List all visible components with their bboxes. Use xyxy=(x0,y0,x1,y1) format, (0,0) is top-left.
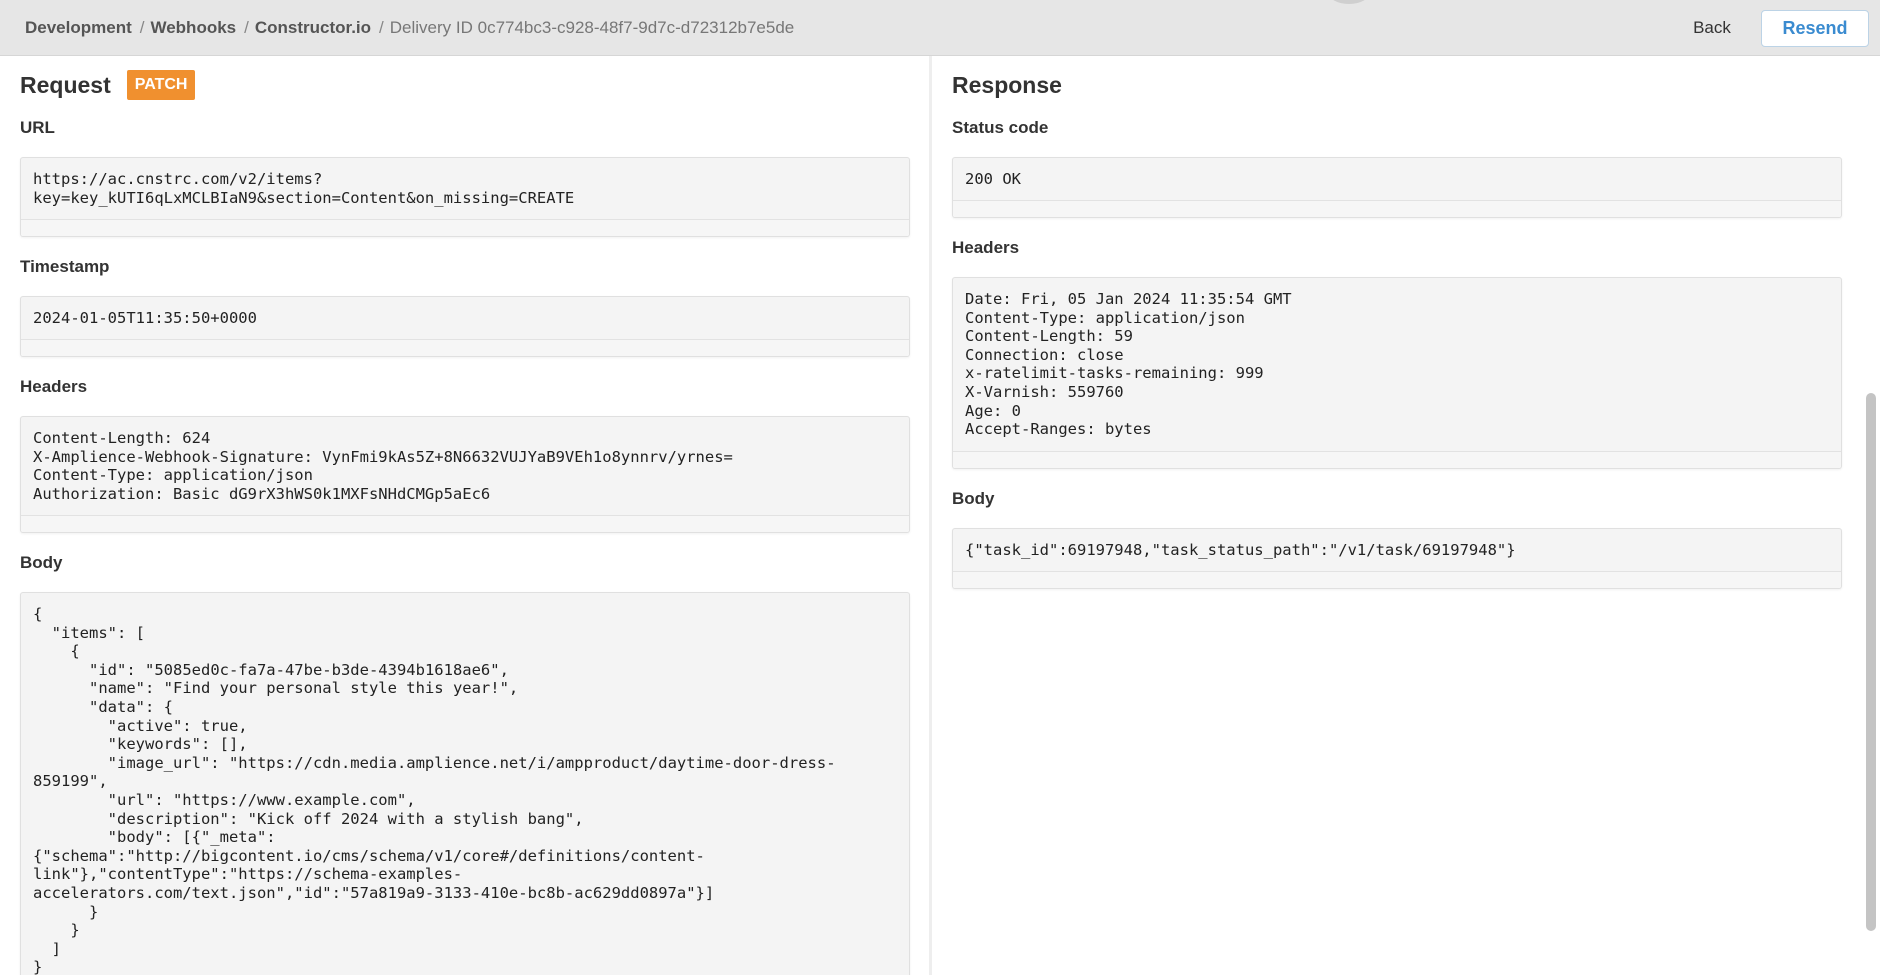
response-body-label: Body xyxy=(952,489,995,508)
request-timestamp-value: 2024-01-05T11:35:50+0000 xyxy=(33,309,257,327)
breadcrumb-separator: / xyxy=(139,18,145,37)
response-headers-label: Headers xyxy=(952,238,1020,257)
request-url-value: https://ac.cnstrc.com/v2/items? key=key_… xyxy=(33,170,575,207)
breadcrumb-webhooks[interactable]: Webhooks xyxy=(150,18,236,38)
codebox-footer xyxy=(21,515,909,532)
breadcrumb-development[interactable]: Development xyxy=(25,18,132,38)
response-status-label: Status code xyxy=(952,118,1049,137)
breadcrumb: Development / Webhooks / Constructor.io … xyxy=(25,0,794,56)
response-body-value: {"task_id":69197948,"task_status_path":"… xyxy=(965,541,1516,559)
response-title: Response xyxy=(952,71,1062,98)
response-title-row: Response xyxy=(952,68,1062,102)
response-headers-box: Date: Fri, 05 Jan 2024 11:35:54 GMT Cont… xyxy=(952,277,1842,469)
breadcrumb-constructor-io[interactable]: Constructor.io xyxy=(255,18,371,38)
panel-divider xyxy=(929,56,932,975)
request-headers-value: Content-Length: 624 X-Amplience-Webhook-… xyxy=(33,429,733,503)
request-timestamp-box: 2024-01-05T11:35:50+0000 xyxy=(20,296,910,357)
page-scrollbar-thumb[interactable] xyxy=(1866,393,1876,931)
request-body-value: { "items": [ { "id": "5085ed0c-fa7a-47be… xyxy=(33,605,836,975)
response-status-box: 200 OK xyxy=(952,157,1842,218)
resend-button[interactable]: Resend xyxy=(1761,10,1869,47)
codebox-footer xyxy=(953,200,1841,217)
request-body-box: { "items": [ { "id": "5085ed0c-fa7a-47be… xyxy=(20,592,910,975)
codebox-footer xyxy=(953,451,1841,468)
response-headers-value: Date: Fri, 05 Jan 2024 11:35:54 GMT Cont… xyxy=(965,290,1292,439)
codebox-footer xyxy=(21,219,909,236)
response-status-value: 200 OK xyxy=(965,170,1021,188)
request-title-row: Request PATCH xyxy=(20,68,196,102)
top-bar: Development / Webhooks / Constructor.io … xyxy=(0,0,1880,56)
breadcrumb-separator: / xyxy=(379,18,384,37)
request-url-label: URL xyxy=(20,118,55,137)
request-title: Request xyxy=(20,71,111,98)
request-headers-box: Content-Length: 624 X-Amplience-Webhook-… xyxy=(20,416,910,533)
method-badge: PATCH xyxy=(126,70,196,100)
response-body-box: {"task_id":69197948,"task_status_path":"… xyxy=(952,528,1842,589)
top-shadow-decoration xyxy=(1328,0,1370,4)
breadcrumb-delivery-id: Delivery ID 0c774bc3-c928-48f7-9d7c-d723… xyxy=(389,18,795,37)
request-body-label: Body xyxy=(20,553,63,572)
codebox-footer xyxy=(953,571,1841,588)
back-button[interactable]: Back xyxy=(1672,10,1752,46)
request-url-box: https://ac.cnstrc.com/v2/items? key=key_… xyxy=(20,157,910,237)
request-headers-label: Headers xyxy=(20,377,88,396)
breadcrumb-separator: / xyxy=(244,18,249,37)
request-timestamp-label: Timestamp xyxy=(20,257,110,276)
codebox-footer xyxy=(21,339,909,356)
